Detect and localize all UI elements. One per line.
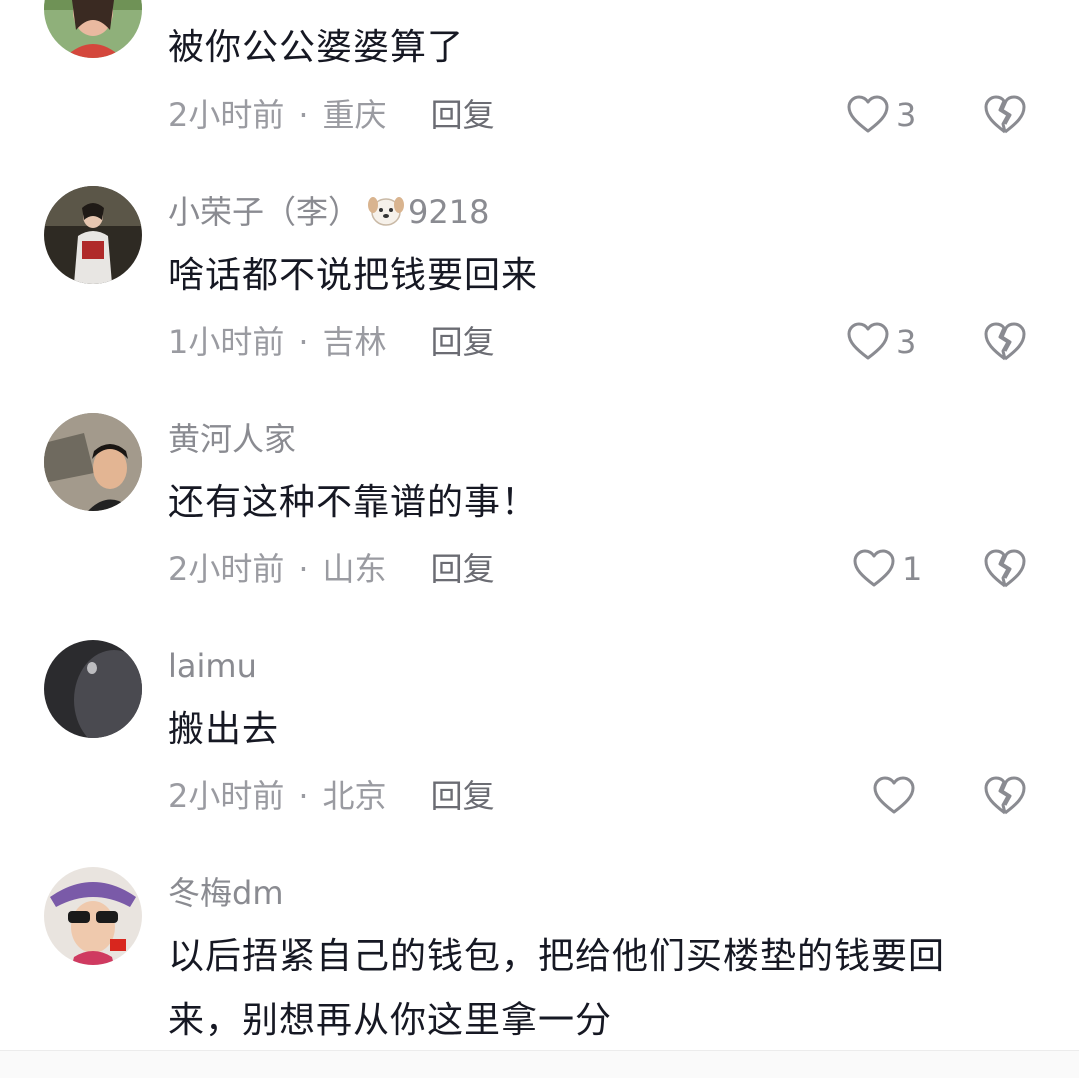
comment-location: 重庆 <box>322 96 387 134</box>
comment-time: 2小时前 <box>168 550 285 588</box>
like-count: 3 <box>896 96 917 134</box>
meta-separator: · <box>298 550 309 588</box>
comment-time: 1小时前 <box>168 323 285 361</box>
comment-location: 山东 <box>322 550 387 588</box>
reply-button[interactable]: 回复 <box>431 323 495 361</box>
comment-text: 被你公公婆婆算了 <box>168 27 465 68</box>
like-button[interactable]: 1 <box>852 549 922 589</box>
comment-location: 吉林 <box>322 323 387 361</box>
heart-outline-icon <box>852 549 896 589</box>
avatar[interactable] <box>44 413 142 511</box>
avatar[interactable] <box>44 640 142 738</box>
broken-heart-icon <box>982 775 1028 817</box>
comment-text: 啥话都不说把钱要回来 <box>168 255 539 296</box>
username-text: 小荣子（李） <box>168 193 361 231</box>
comment-meta: 2小时前 · 重庆 回复 <box>168 95 495 135</box>
comment-text: 搬出去 <box>168 709 280 750</box>
comment-meta: 2小时前 · 北京 回复 <box>168 776 495 816</box>
heart-outline-icon <box>872 776 916 816</box>
reply-button[interactable]: 回复 <box>431 96 495 134</box>
comment-text-line: 以后捂紧自己的钱包，把给他们买楼垫的钱要回 <box>168 936 946 977</box>
comment-username[interactable]: laimu <box>168 646 257 686</box>
comment-location: 北京 <box>322 777 387 815</box>
like-button[interactable]: 3 <box>846 322 916 362</box>
heart-outline-icon <box>846 95 890 135</box>
broken-heart-icon <box>982 321 1028 363</box>
meta-separator: · <box>298 96 309 134</box>
comment-username[interactable]: 小荣子（李） 9218 <box>168 192 489 232</box>
comment-time: 2小时前 <box>168 96 285 134</box>
comment-time: 2小时前 <box>168 777 285 815</box>
broken-heart-icon <box>982 548 1028 590</box>
comment-username[interactable]: 黄河人家 <box>168 419 296 459</box>
comment-text: 以后捂紧自己的钱包，把给他们买楼垫的钱要回 来，别想再从你这里拿一分 <box>168 925 1048 1053</box>
dislike-button[interactable] <box>982 775 1028 817</box>
like-count: 3 <box>896 323 917 361</box>
dislike-button[interactable] <box>982 321 1028 363</box>
meta-separator: · <box>298 323 309 361</box>
meta-separator: · <box>298 777 309 815</box>
avatar[interactable] <box>44 0 142 58</box>
comment-username[interactable]: 冬梅dm <box>168 873 284 913</box>
like-count: 1 <box>902 550 923 588</box>
dislike-button[interactable] <box>982 548 1028 590</box>
avatar[interactable] <box>44 867 142 965</box>
username-badge: 9218 <box>408 193 490 231</box>
heart-outline-icon <box>846 322 890 362</box>
comment-text: 还有这种不靠谱的事！ <box>168 482 539 523</box>
broken-heart-icon <box>982 94 1028 136</box>
like-button[interactable]: 3 <box>846 95 916 135</box>
comment-text-line: 来，别想再从你这里拿一分 <box>168 1000 613 1041</box>
comment-meta: 1小时前 · 吉林 回复 <box>168 322 495 362</box>
like-button[interactable] <box>872 776 922 816</box>
avatar[interactable] <box>44 186 142 284</box>
bottom-divider <box>0 1050 1079 1078</box>
dog-emoji-icon <box>366 195 406 227</box>
comment-meta: 2小时前 · 山东 回复 <box>168 549 495 589</box>
dislike-button[interactable] <box>982 94 1028 136</box>
reply-button[interactable]: 回复 <box>431 550 495 588</box>
reply-button[interactable]: 回复 <box>431 777 495 815</box>
